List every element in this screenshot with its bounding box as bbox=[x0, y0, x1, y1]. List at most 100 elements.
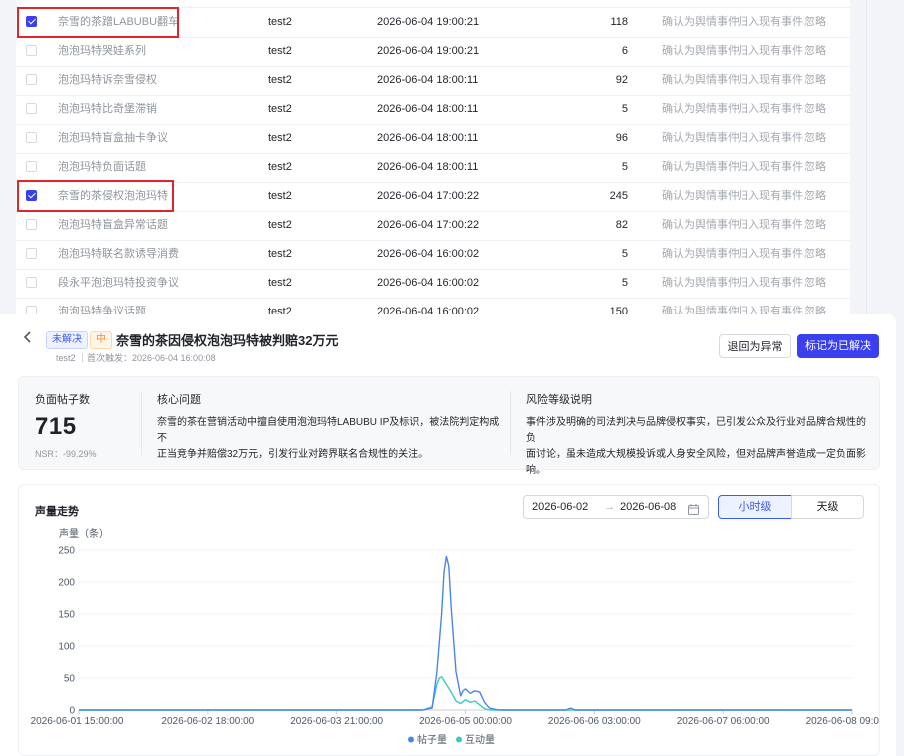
event-name[interactable]: 泡泡玛特盲盒异常话题 bbox=[58, 211, 168, 240]
confirm-event-link[interactable]: 确认为舆情事件 bbox=[662, 95, 739, 124]
event-name[interactable]: 泡泡玛特哭娃系列 bbox=[58, 37, 146, 66]
event-name[interactable]: 泡泡玛特比奇堡滞销 bbox=[58, 95, 157, 124]
confirm-event-link[interactable]: 确认为舆情事件 bbox=[662, 240, 739, 269]
trigger-time: 2026-06-04 18:00:11 bbox=[377, 131, 479, 144]
series-line-帖子量 bbox=[79, 555, 852, 711]
user-name: test2 bbox=[268, 160, 292, 173]
post-count: 5 bbox=[621, 102, 628, 115]
ignore-link[interactable]: 忽略 bbox=[804, 240, 826, 269]
risk-explanation-text: 事件涉及明确的司法判决与品牌侵权事实，已引发公众及行业对品牌合规性的负 面讨论，… bbox=[526, 415, 871, 479]
table-row[interactable]: 泡泡玛特盲盒异常话题 test2 2026-06-04 17:00:22 82 确认为舆… bbox=[16, 211, 850, 241]
legend-marker bbox=[456, 736, 462, 743]
negative-posts-value: 715 bbox=[35, 413, 77, 440]
status-badge: 未解决 bbox=[46, 331, 88, 349]
volume-trend-chart: 声量（条） 0 50 100 150 200 250 2026-06-01 15:00:00 2… bbox=[31, 527, 879, 746]
event-name[interactable]: 泡泡玛特联名款诱导消费 bbox=[58, 240, 179, 269]
merge-event-link[interactable]: 归入现有事件 bbox=[737, 182, 803, 211]
user-name: test2 bbox=[268, 102, 292, 115]
confirm-event-link[interactable]: 确认为舆情事件 bbox=[662, 269, 739, 298]
nsr-value: NSR：-99.29% bbox=[35, 449, 97, 459]
user-name: test2 bbox=[268, 247, 292, 260]
event-name[interactable]: 泡泡玛特盲盒抽卡争议 bbox=[58, 124, 168, 153]
confirm-event-link[interactable]: 确认为舆情事件 bbox=[662, 153, 739, 182]
post-count: 5 bbox=[621, 160, 628, 173]
confirm-event-link[interactable]: 确认为舆情事件 bbox=[662, 8, 739, 37]
ignore-link[interactable]: 忽略 bbox=[804, 124, 826, 153]
core-issue-label: 核心问题 bbox=[157, 394, 201, 406]
merge-event-link[interactable]: 归入现有事件 bbox=[737, 95, 803, 124]
merge-event-link[interactable]: 归入现有事件 bbox=[737, 269, 803, 298]
table-row[interactable]: 泡泡玛特负面话题 test2 2026-06-04 18:00:11 5 确认为舆情事件… bbox=[16, 153, 850, 183]
post-count: 5 bbox=[621, 276, 628, 289]
event-name[interactable]: 泡泡玛特负面话题 bbox=[58, 153, 146, 182]
ignore-link[interactable]: 忽略 bbox=[804, 95, 826, 124]
table-row[interactable]: 泡泡玛特哭娃系列 test2 2026-06-04 19:00:21 6 确认为舆情事件… bbox=[16, 37, 850, 67]
user-name: test2 bbox=[268, 73, 292, 86]
x-tick-label: 2026-06-08 09:00:00 bbox=[806, 716, 879, 727]
ignore-link[interactable]: 忽略 bbox=[804, 211, 826, 240]
merge-event-link[interactable]: 归入现有事件 bbox=[737, 124, 803, 153]
confirm-event-link[interactable]: 确认为舆情事件 bbox=[662, 182, 739, 211]
ignore-link[interactable]: 忽略 bbox=[804, 269, 826, 298]
merge-event-link[interactable]: 归入现有事件 bbox=[737, 37, 803, 66]
row-checkbox[interactable] bbox=[26, 131, 37, 143]
x-tick-label: 2026-06-03 21:00:00 bbox=[290, 716, 383, 727]
back-arrow-icon[interactable] bbox=[23, 331, 33, 343]
ignore-link[interactable]: 忽略 bbox=[804, 153, 826, 182]
core-issue-line: 正当竞争并赔偿32万元，引发行业对跨界联名合规性的关注。 bbox=[157, 449, 429, 460]
confirm-event-link[interactable]: 确认为舆情事件 bbox=[662, 37, 739, 66]
revert-to-anomaly-button[interactable]: 退回为异常 bbox=[719, 334, 791, 358]
row-checkbox[interactable] bbox=[26, 44, 37, 56]
event-name[interactable]: 泡泡玛特诉奈雪侵权 bbox=[58, 66, 157, 95]
table-row[interactable]: 泡泡玛特诉奈雪侵权 test2 2026-06-04 18:00:11 92 确认为舆情… bbox=[16, 66, 850, 96]
y-tick-label: 0 bbox=[69, 706, 75, 717]
merge-event-link[interactable]: 归入现有事件 bbox=[737, 240, 803, 269]
divider bbox=[510, 391, 511, 455]
trigger-time: 2026-06-04 18:00:11 bbox=[377, 102, 479, 115]
risk-line: 事件涉及明确的司法判决与品牌侵权事实，已引发公众及行业对品牌合规性的负 bbox=[526, 417, 866, 444]
risk-line: 响。 bbox=[526, 465, 546, 476]
confirm-event-link[interactable]: 确认为舆情事件 bbox=[662, 124, 739, 153]
ignore-link[interactable]: 忽略 bbox=[804, 66, 826, 95]
event-subtitle: test2 ｜首次触发：2026-06-04 16:00:08 bbox=[56, 353, 216, 363]
merge-event-link[interactable]: 归入现有事件 bbox=[737, 66, 803, 95]
risk-level-badge: 中 bbox=[90, 331, 112, 349]
ignore-link[interactable]: 忽略 bbox=[804, 182, 826, 211]
row-checkbox[interactable] bbox=[26, 276, 37, 288]
confirm-event-link[interactable]: 确认为舆情事件 bbox=[662, 211, 739, 240]
row-checkbox[interactable] bbox=[26, 247, 37, 259]
legend-label: 帖子量 bbox=[417, 733, 447, 746]
core-issue-text: 奈雪的茶在营销活动中擅自使用泡泡玛特LABUBU IP及标识，被法院判定构成不 … bbox=[157, 415, 502, 463]
row-checkbox[interactable] bbox=[26, 102, 37, 114]
mark-resolved-button[interactable]: 标记为已解决 bbox=[797, 334, 879, 358]
table-row[interactable]: 泡泡玛特联名款诱导消费 test2 2026-06-04 16:00:02 5 确认为舆… bbox=[16, 240, 850, 270]
legend-marker bbox=[408, 736, 414, 743]
user-name: test2 bbox=[268, 218, 292, 231]
merge-event-link[interactable]: 归入现有事件 bbox=[737, 211, 803, 240]
table-row[interactable]: 泡泡玛特盲盒抽卡争议 test2 2026-06-04 18:00:11 96 确认为舆… bbox=[16, 124, 850, 154]
summary-card: 负面帖子数 715 NSR：-99.29% 核心问题 奈雪的茶在营销活动中擅自使… bbox=[18, 376, 880, 476]
trigger-time: 2026-06-04 17:00:22 bbox=[377, 189, 480, 202]
y-axis-label: 声量（条） bbox=[59, 527, 109, 540]
ignore-link[interactable]: 忽略 bbox=[804, 37, 826, 66]
highlight-box-row-1 bbox=[17, 7, 179, 38]
table-row[interactable]: 泡泡玛特比奇堡滞销 test2 2026-06-04 18:00:11 5 确认为舆情事… bbox=[16, 95, 850, 125]
row-checkbox[interactable] bbox=[26, 218, 37, 230]
row-checkbox[interactable] bbox=[26, 73, 37, 85]
confirm-event-link[interactable]: 确认为舆情事件 bbox=[662, 66, 739, 95]
core-issue-line: 奈雪的茶在营销活动中擅自使用泡泡玛特LABUBU IP及标识，被法院判定构成不 bbox=[157, 417, 500, 444]
table-row[interactable]: 段永平泡泡玛特投资争议 test2 2026-06-04 16:00:02 5 确认为舆… bbox=[16, 269, 850, 299]
post-count: 5 bbox=[621, 247, 628, 260]
row-checkbox[interactable] bbox=[26, 160, 37, 172]
trigger-time: 2026-06-04 16:00:02 bbox=[377, 247, 480, 260]
event-table: 奈雪的茶蹭LABUBU翻车 test2 2026-06-04 19:00:21 118… bbox=[16, 0, 850, 318]
trigger-time: 2026-06-04 19:00:21 bbox=[377, 44, 480, 57]
merge-event-link[interactable]: 归入现有事件 bbox=[737, 153, 803, 182]
divider bbox=[141, 391, 142, 455]
scroll-track[interactable] bbox=[866, 0, 867, 318]
y-tick-label: 250 bbox=[58, 546, 75, 557]
series-line-互动量 bbox=[79, 676, 852, 711]
event-name[interactable]: 段永平泡泡玛特投资争议 bbox=[58, 269, 179, 298]
merge-event-link[interactable]: 归入现有事件 bbox=[737, 8, 803, 37]
ignore-link[interactable]: 忽略 bbox=[804, 8, 826, 37]
